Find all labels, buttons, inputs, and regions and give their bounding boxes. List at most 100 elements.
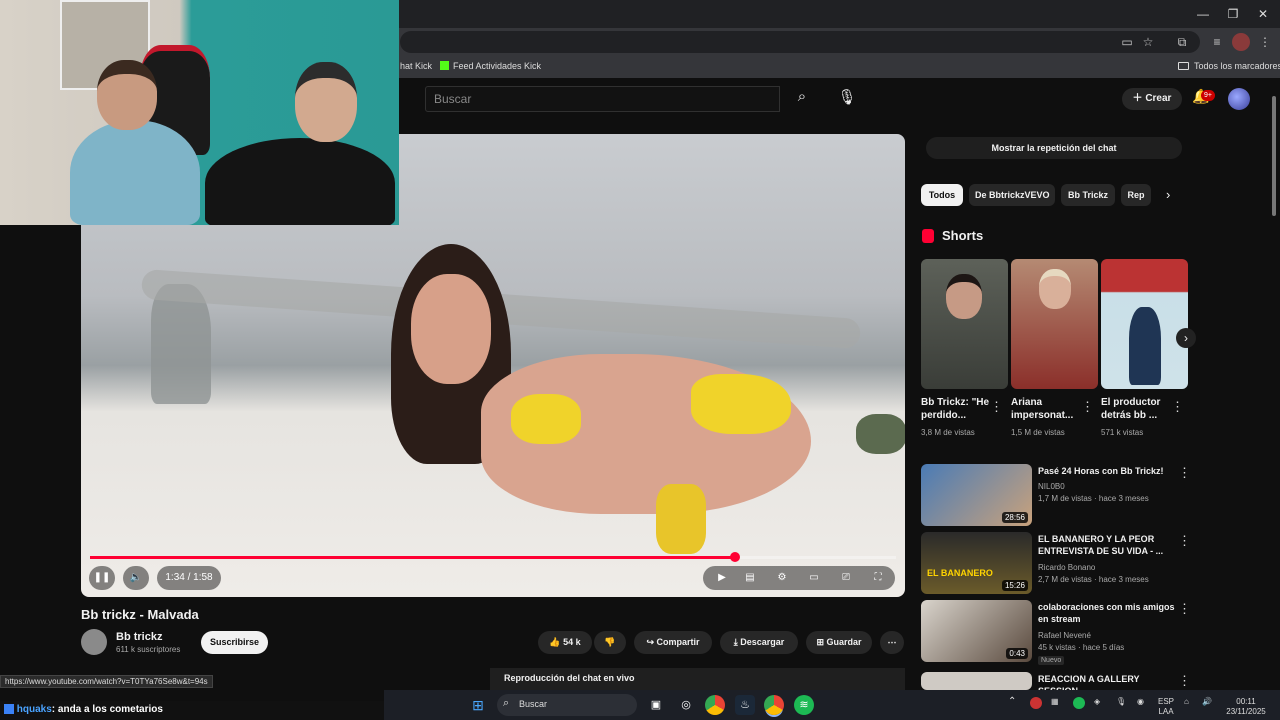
download-button[interactable]: ⤓ Descargar bbox=[720, 631, 798, 654]
tray-app-icon[interactable] bbox=[1030, 697, 1042, 709]
volume-icon[interactable]: 🔊 bbox=[1202, 697, 1212, 707]
short-thumbnail[interactable] bbox=[1011, 259, 1098, 389]
chat-replay-header[interactable]: Reproducción del chat en vivo bbox=[490, 668, 905, 690]
task-view-icon[interactable]: ▣ bbox=[646, 695, 666, 715]
dislike-button[interactable]: 👎 bbox=[594, 631, 626, 654]
progress-knob[interactable] bbox=[729, 552, 740, 562]
network-icon[interactable]: ⌂ bbox=[1184, 697, 1189, 707]
shorts-heading: Shorts bbox=[942, 228, 984, 243]
chrome-icon[interactable] bbox=[705, 695, 725, 715]
minimize-button[interactable]: — bbox=[1188, 4, 1218, 24]
channel-name[interactable]: Bb trickz bbox=[116, 631, 162, 643]
tray-app-icon[interactable]: ▦ bbox=[1051, 697, 1059, 707]
volume-icon[interactable]: 🔈 bbox=[123, 566, 149, 590]
progress-fill bbox=[90, 556, 735, 559]
video-meta: 1,7 M de vistas · hace 3 meses bbox=[1038, 494, 1149, 503]
app-icon[interactable]: ◎ bbox=[676, 695, 696, 715]
mic-icon[interactable]: 🎙 bbox=[1116, 697, 1126, 707]
more-icon[interactable]: ⋮ bbox=[1171, 399, 1184, 415]
video-channel[interactable]: NIL0B0 bbox=[1038, 481, 1178, 492]
create-button[interactable]: ＋ Crear bbox=[1122, 88, 1182, 110]
chip-vevo[interactable]: De BbtrickzVEVO bbox=[969, 184, 1055, 206]
user-badge-icon bbox=[4, 704, 14, 715]
short-title[interactable]: Bb Trickz: "He perdido... bbox=[921, 396, 993, 422]
video-thumbnail[interactable]: 28:56 bbox=[921, 464, 1032, 526]
taskbar-search[interactable]: Buscar bbox=[497, 694, 637, 716]
star-icon[interactable]: ☆ bbox=[1139, 33, 1157, 51]
video-title[interactable]: Pasé 24 Horas con Bb Trickz! bbox=[1038, 465, 1176, 477]
more-icon[interactable]: ⋮ bbox=[1178, 533, 1191, 549]
cast-icon[interactable]: ▭ bbox=[1118, 33, 1136, 51]
pause-icon[interactable]: ❚❚ bbox=[89, 566, 115, 590]
chevron-right-icon[interactable]: › bbox=[1176, 328, 1196, 348]
tray-app-icon[interactable]: ◈ bbox=[1094, 697, 1100, 707]
person-shape bbox=[1129, 307, 1161, 385]
profile-icon[interactable] bbox=[1232, 33, 1250, 51]
like-button[interactable]: 👍 54 k bbox=[538, 631, 592, 654]
short-title[interactable]: El productor detrás bb ... bbox=[1101, 396, 1173, 422]
show-chat-replay-button[interactable]: Mostrar la repetición del chat bbox=[926, 137, 1182, 159]
search-icon[interactable]: ⌕ bbox=[790, 88, 814, 110]
chevron-right-icon[interactable]: › bbox=[1166, 187, 1170, 202]
video-thumbnail[interactable] bbox=[921, 672, 1032, 690]
extensions-icon[interactable]: ⧉ bbox=[1173, 33, 1191, 51]
share-label: Compartir bbox=[656, 637, 700, 647]
channel-avatar[interactable] bbox=[81, 629, 107, 655]
chip-bb-trickz[interactable]: Bb Trickz bbox=[1061, 184, 1115, 206]
search-input[interactable]: Buscar bbox=[425, 86, 780, 112]
video-thumbnail[interactable]: 0:43 bbox=[921, 600, 1032, 662]
more-icon[interactable]: ⋮ bbox=[1178, 601, 1191, 617]
chip-rep[interactable]: Rep bbox=[1121, 184, 1151, 206]
more-icon[interactable]: ⋮ bbox=[1178, 465, 1191, 481]
spotify-icon[interactable]: ≋ bbox=[794, 695, 814, 715]
address-field[interactable] bbox=[400, 31, 1200, 53]
scrollbar[interactable] bbox=[1272, 96, 1276, 216]
close-button[interactable]: ✕ bbox=[1248, 4, 1278, 24]
kick-icon bbox=[440, 61, 449, 70]
video-title[interactable]: colaboraciones con mis amigos en stream bbox=[1038, 601, 1176, 625]
all-bookmarks-button[interactable]: Todos los marcadores bbox=[1194, 61, 1280, 71]
steam-icon[interactable]: ♨ bbox=[735, 695, 755, 715]
video-channel[interactable]: Rafael Nevené bbox=[1038, 630, 1178, 641]
more-actions-icon[interactable]: ⋯ bbox=[880, 631, 904, 654]
tray-app-icon[interactable]: ◉ bbox=[1137, 697, 1144, 707]
share-button[interactable]: ↪ Compartir bbox=[634, 631, 712, 654]
fullscreen-icon[interactable]: ⛶ bbox=[868, 566, 888, 590]
save-button[interactable]: ⊞ Guardar bbox=[806, 631, 872, 654]
more-icon[interactable]: ⋮ bbox=[1178, 673, 1191, 689]
chip-all[interactable]: Todos bbox=[921, 184, 963, 206]
subscribe-button[interactable]: Suscribirse bbox=[201, 631, 268, 654]
bookmark-item[interactable]: Feed Actividades Kick bbox=[453, 61, 541, 71]
video-title[interactable]: EL BANANERO Y LA PEOR ENTREVISTA DE SU V… bbox=[1038, 533, 1176, 557]
short-thumbnail[interactable] bbox=[1101, 259, 1188, 389]
bookmark-item[interactable]: hat Kick bbox=[400, 61, 432, 71]
mic-icon[interactable]: 🎙 bbox=[836, 88, 858, 110]
subtitles-icon[interactable]: ▤ bbox=[740, 566, 760, 590]
tray-chevron-icon[interactable]: ⌃ bbox=[1008, 697, 1016, 707]
webcam-overlay bbox=[0, 0, 399, 225]
video-thumbnail[interactable]: EL BANANERO 15:26 bbox=[921, 532, 1032, 594]
avatar[interactable] bbox=[1228, 88, 1250, 110]
short-thumbnail[interactable] bbox=[921, 259, 1008, 389]
chrome-active-icon[interactable] bbox=[764, 695, 784, 715]
maximize-button[interactable]: ❐ bbox=[1218, 4, 1248, 24]
tray-spotify-icon[interactable] bbox=[1073, 697, 1085, 709]
face-shape bbox=[946, 274, 982, 319]
clock[interactable]: 00:11 23/11/2025 bbox=[1222, 697, 1270, 717]
region-label: LAA bbox=[1158, 707, 1174, 716]
autoplay-icon[interactable]: ▶ bbox=[712, 566, 732, 590]
windows-start-icon[interactable]: ⊞ bbox=[468, 695, 488, 715]
short-title[interactable]: Ariana impersonat... bbox=[1011, 396, 1083, 422]
video-channel[interactable]: Ricardo Bonano bbox=[1038, 562, 1178, 573]
rock-shape bbox=[856, 414, 905, 454]
more-icon[interactable]: ⋮ bbox=[990, 399, 1003, 415]
reading-list-icon[interactable]: ≡ bbox=[1208, 33, 1226, 51]
more-icon[interactable]: ⋮ bbox=[1081, 399, 1094, 415]
cast-icon[interactable]: ⎚ bbox=[836, 566, 856, 590]
video-title: Bb trickz - Malvada bbox=[81, 607, 199, 622]
theater-icon[interactable]: ▭ bbox=[804, 566, 824, 590]
language-indicator[interactable]: ESP LAA bbox=[1158, 697, 1174, 717]
person-head bbox=[295, 62, 357, 142]
menu-icon[interactable]: ⋮ bbox=[1256, 33, 1274, 51]
settings-icon[interactable]: ⚙ bbox=[772, 566, 792, 590]
